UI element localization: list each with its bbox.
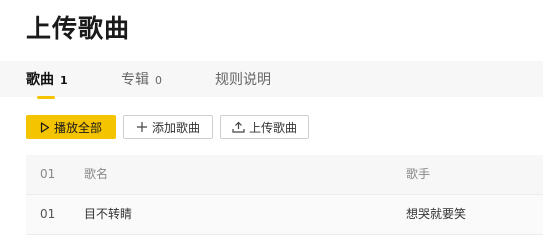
table-header: 01 歌名 歌手: [26, 155, 543, 195]
add-song-button[interactable]: 添加歌曲: [123, 115, 213, 139]
play-all-button[interactable]: 播放全部: [26, 115, 116, 139]
table-row[interactable]: 01 目不转睛 想哭就要笑: [26, 195, 543, 235]
upload-song-button[interactable]: 上传歌曲: [220, 115, 309, 139]
upload-icon: [232, 121, 245, 133]
play-all-label: 播放全部: [53, 120, 102, 135]
plus-icon: [136, 121, 148, 133]
tab-rules-label: 规则说明: [215, 72, 271, 88]
header-number: 01: [40, 167, 56, 181]
play-outline-icon: [40, 121, 50, 133]
active-tab-indicator: [37, 96, 55, 99]
tab-albums-count: 0: [155, 74, 162, 87]
add-song-label: 添加歌曲: [151, 120, 200, 135]
tab-albums[interactable]: 专辑 0: [121, 71, 162, 90]
tab-songs[interactable]: 歌曲 1: [26, 71, 68, 90]
tab-rules[interactable]: 规则说明: [215, 71, 271, 89]
row-number: 01: [40, 207, 56, 221]
tab-songs-count: 1: [60, 74, 68, 87]
page-title: 上传歌曲: [26, 14, 131, 43]
row-artist[interactable]: 想哭就要笑: [406, 195, 466, 234]
row-song-name[interactable]: 目不转睛: [84, 195, 132, 234]
tab-songs-label: 歌曲: [26, 72, 54, 88]
tab-bar: [0, 61, 543, 97]
song-table: 01 歌名 歌手 01 目不转睛 想哭就要笑: [26, 155, 543, 235]
upload-song-label: 上传歌曲: [248, 120, 297, 135]
header-song-name: 歌名: [84, 167, 109, 181]
tab-albums-label: 专辑: [121, 72, 149, 88]
header-artist: 歌手: [406, 167, 431, 181]
